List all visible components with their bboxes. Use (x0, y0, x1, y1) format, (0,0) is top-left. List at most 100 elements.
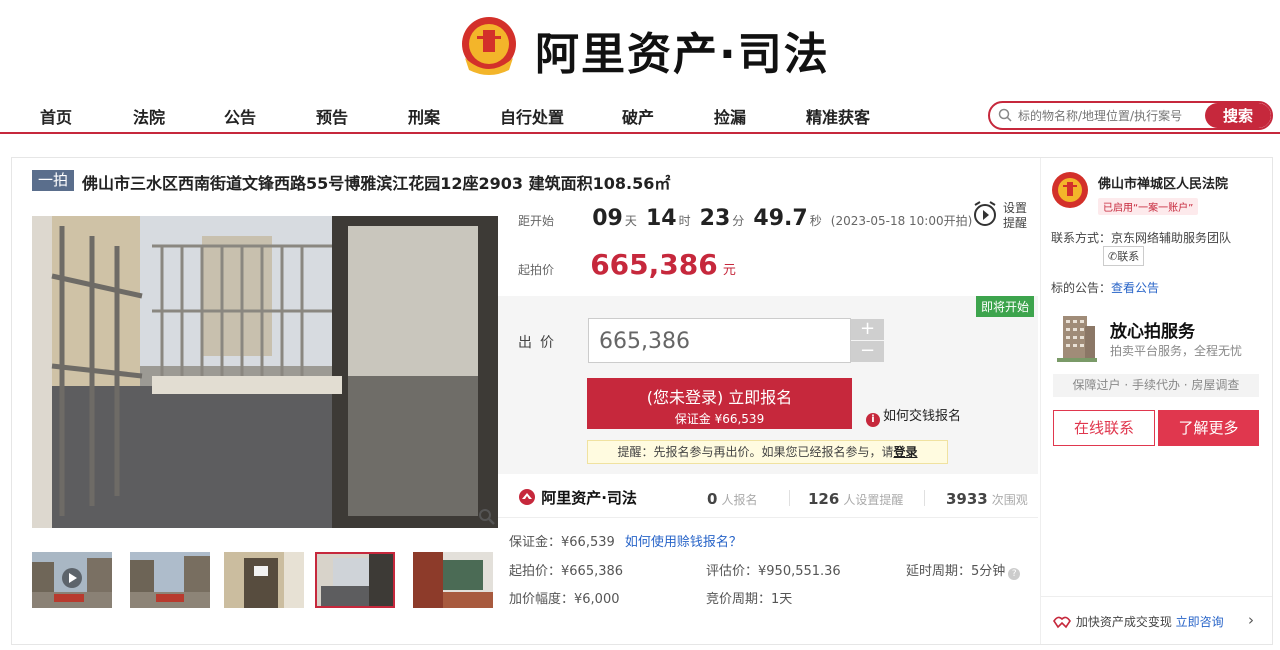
thumbnail-5[interactable] (413, 552, 493, 608)
bid-label: 出价 (518, 335, 562, 351)
delay-period-text: 延时周期：5分钟 (906, 564, 1006, 579)
info-icon: i (866, 413, 880, 427)
how-to-pay-label: 如何交钱报名 (883, 409, 962, 424)
nav-item-self-disposal[interactable]: 自行处置 (500, 104, 564, 128)
nav-item-notice[interactable]: 公告 (224, 104, 256, 128)
search-icon (998, 108, 1012, 122)
thumbnail-image (413, 552, 493, 608)
consult-now-link[interactable]: 立即咨询 (1176, 615, 1224, 629)
auction-start-time: (2023-05-18 10:00开拍) (830, 214, 973, 228)
reminder-line-2: 提醒 (1003, 216, 1028, 230)
start-price-value: 665,386 (590, 248, 718, 281)
site-header: 阿里资产·司法 (0, 0, 1280, 96)
service-subtitle: 拍卖平台服务，全程无忧 (1110, 344, 1243, 358)
bid-amount-field[interactable]: 665,386 (588, 318, 851, 363)
reminder-count: 126 人设置提醒 (808, 489, 903, 508)
login-tip: 提醒：先报名参与再出价。如果您已经报名参与，请登录 (587, 440, 948, 464)
start-price-unit: 元 (722, 263, 736, 278)
court-emblem-logo-icon (462, 17, 516, 75)
lot-notice: 标的公告：查看公告 (1051, 279, 1159, 296)
thumbnail-image (32, 552, 112, 608)
thumbnail-3[interactable] (224, 552, 304, 608)
chevron-right-icon: › (1248, 611, 1254, 629)
online-contact-button[interactable]: 在线联系 (1053, 410, 1155, 446)
learn-more-button[interactable]: 了解更多 (1158, 410, 1259, 446)
detail-bid-cycle: 竞价周期：1天 (706, 592, 793, 607)
search-button[interactable]: 搜索 (1205, 103, 1271, 128)
start-price-row: 起拍价 665,386 元 (518, 248, 736, 281)
brand-mark-icon (519, 489, 535, 505)
contact-button[interactable]: ✆联系 (1103, 246, 1145, 266)
countdown-day-unit: 天 (624, 214, 637, 228)
status-badge: 即将开始 (976, 296, 1035, 317)
increase-bid-button[interactable]: + (851, 319, 884, 340)
countdown-minute-unit: 分 (732, 214, 745, 228)
nav-item-home[interactable]: 首页 (40, 104, 72, 128)
countdown-label: 距开始 (518, 214, 555, 228)
consult-text: 加快资产成交变现 立即咨询 (1052, 613, 1224, 630)
signup-count: 0 人报名 (707, 489, 757, 508)
phone-icon: ✆ (1108, 250, 1118, 263)
start-price-label: 起拍价 (518, 263, 555, 277)
auction-round-badge: 一拍 (32, 170, 74, 191)
deposit-info: 保证金：¥66,539 如何使用赊钱报名？ (509, 531, 742, 550)
thumbnail-image (130, 552, 210, 608)
decrease-bid-button[interactable]: − (851, 341, 884, 362)
reminder-count-label: 人设置提醒 (843, 493, 904, 507)
set-reminder-label: 设置 提醒 (1003, 201, 1027, 231)
countdown-hours: 14 (645, 206, 677, 231)
detail-increment: 加价幅度：¥6,000 (509, 592, 620, 607)
stat-divider (924, 490, 925, 506)
detail-start-price: 起拍价：¥665,386 (509, 564, 624, 579)
countdown-seconds: 49.7 (753, 206, 808, 231)
reminder-line-1: 设置 (1003, 201, 1028, 215)
stats-brand: 阿里资产·司法 (518, 487, 637, 508)
signup-count-value: 0 (707, 490, 718, 508)
deposit-text: 保证金：¥66,539 (509, 535, 615, 550)
alarm-clock-icon (974, 201, 996, 226)
credit-signup-link[interactable]: 如何使用赊钱报名？ (625, 535, 742, 550)
nav-item-preview[interactable]: 预告 (316, 104, 348, 128)
consult-banner[interactable]: 加快资产成交变现 立即咨询 › (1040, 596, 1272, 644)
nav-item-precise-leads[interactable]: 精准获客 (806, 104, 870, 128)
nav-item-criminal[interactable]: 刑案 (408, 104, 440, 128)
service-title: 放心拍服务 (1110, 322, 1195, 342)
search-input[interactable] (1018, 105, 1198, 127)
view-notice-link[interactable]: 查看公告 (1111, 281, 1159, 295)
signup-button-label: (您未登录) 立即报名 (646, 388, 793, 407)
help-icon[interactable]: ? (1008, 568, 1021, 580)
court-emblem-icon (1052, 172, 1088, 208)
thumbnail-4-selected[interactable] (315, 552, 395, 608)
login-link[interactable]: 登录 (894, 445, 918, 459)
how-to-pay-link[interactable]: i 如何交钱报名 (866, 405, 961, 427)
contact-info: 联系方式：京东网络辅助服务团队 (1051, 231, 1232, 245)
thumbnail-video[interactable] (32, 552, 112, 608)
court-name[interactable]: 佛山市禅城区人民法院 (1098, 173, 1228, 192)
lot-title: 佛山市三水区西南街道文锋西路55号博雅滨江花园12座2903 建筑面积108.5… (82, 174, 671, 193)
site-logo-text[interactable]: 阿里资产·司法 (535, 18, 830, 82)
main-photo[interactable] (32, 216, 498, 528)
balcony-photo-image (32, 216, 498, 528)
nav-item-bargain[interactable]: 捡漏 (714, 104, 746, 128)
thumbnail-2[interactable] (130, 552, 210, 608)
building-icon (1057, 316, 1097, 362)
reminder-count-value: 126 (808, 490, 840, 508)
countdown: 距开始 09 天 14 时 23 分 49.7 秒 (2023-05-18 10:00开… (518, 206, 972, 231)
thumbnail-image (224, 552, 304, 608)
contact-button-label: 联系 (1117, 250, 1140, 263)
stats-row: 阿里资产·司法 0 人报名 126 人设置提醒 3933 次围观 (498, 476, 1038, 518)
countdown-hour-unit: 时 (678, 214, 691, 228)
zoom-icon[interactable] (478, 508, 496, 526)
signup-button[interactable]: (您未登录) 立即报名 保证金 ¥66,539 (587, 378, 852, 429)
countdown-minutes: 23 (699, 206, 731, 231)
set-reminder-button[interactable]: 设置 提醒 (972, 200, 1032, 234)
view-count: 3933 次围观 (946, 489, 1028, 508)
signup-deposit-label: 保证金 ¥66,539 (674, 412, 765, 426)
nav-item-bankruptcy[interactable]: 破产 (622, 104, 654, 128)
detail-appraisal-price: 评估价：¥950,551.36 (706, 564, 841, 579)
stat-divider (789, 490, 790, 506)
service-features: 保障过户 · 手续代办 · 房屋调查 (1053, 374, 1259, 397)
court-account-badge: 已启用“一案一账户” (1098, 198, 1199, 215)
stats-brand-text: 阿里资产·司法 (541, 489, 637, 507)
nav-item-court[interactable]: 法院 (133, 104, 165, 128)
